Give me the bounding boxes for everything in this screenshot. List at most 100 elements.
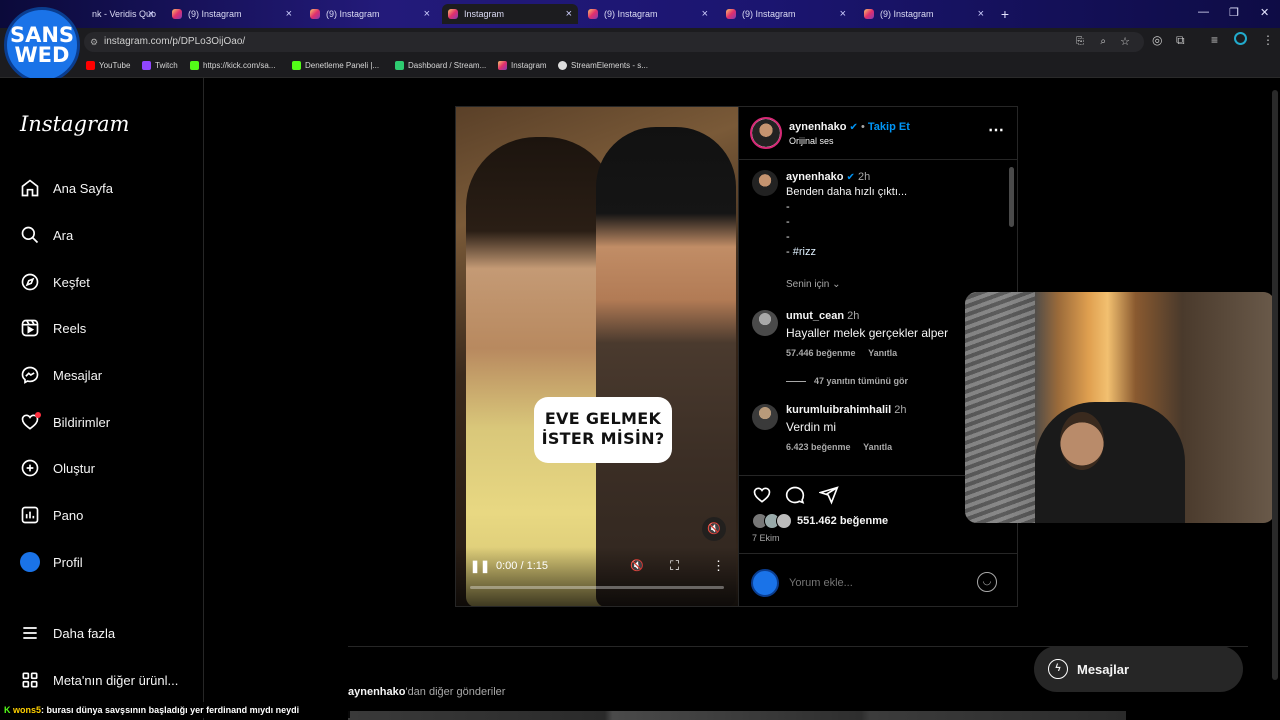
chevron-down-icon: ⌄ bbox=[832, 279, 841, 290]
comment-likes[interactable]: 6.423 beğenme bbox=[786, 442, 851, 452]
menu-kebab-icon[interactable]: ⋮ bbox=[1262, 33, 1274, 47]
close-window-icon[interactable]: ✕ bbox=[1260, 6, 1269, 19]
hashtag-link[interactable]: #rizz bbox=[793, 246, 816, 258]
sidebar-item-notifications[interactable]: Bildirimler bbox=[20, 412, 110, 432]
caption-avatar[interactable] bbox=[752, 170, 778, 196]
url-bar[interactable]: ⚙ instagram.com/p/DPLo3OijOao/ ⎘ ⌕ ☆ bbox=[84, 32, 1144, 52]
close-tab-icon[interactable]: × bbox=[566, 8, 572, 20]
heart-icon bbox=[753, 487, 771, 503]
video-progress-track[interactable] bbox=[470, 586, 724, 589]
sidebar-item-label: Daha fazla bbox=[53, 625, 116, 641]
caption-username[interactable]: aynenhako bbox=[786, 171, 843, 183]
tab-label: (9) Instagram bbox=[188, 9, 242, 19]
bookmark-instagram[interactable]: Instagram bbox=[498, 61, 547, 70]
sidebar-item-create[interactable]: Oluştur bbox=[20, 458, 95, 478]
reels-icon bbox=[20, 318, 40, 338]
sidebar-item-label: Mesajlar bbox=[53, 367, 103, 383]
dashboard-site-icon bbox=[395, 61, 404, 70]
close-tab-icon[interactable]: × bbox=[424, 8, 430, 20]
sidebar-item-profile[interactable]: Profil bbox=[20, 552, 83, 572]
comment-button[interactable] bbox=[785, 485, 805, 505]
comment-input[interactable] bbox=[789, 573, 969, 593]
browser-tab[interactable]: (9) Instagram × bbox=[720, 4, 852, 24]
profile-glasses-icon[interactable]: ◎ bbox=[1152, 33, 1162, 47]
sidebar-item-messages[interactable]: Mesajlar bbox=[20, 365, 102, 385]
browser-tab[interactable]: (9) Instagram × bbox=[858, 4, 990, 24]
bookmark-denetleme[interactable]: Denetleme Paneli |... bbox=[292, 61, 379, 70]
url-text: instagram.com/p/DPLo3OijOao/ bbox=[104, 36, 246, 47]
extensions-icon[interactable]: ⧉ bbox=[1176, 33, 1185, 48]
more-options-icon[interactable]: ⋯ bbox=[988, 120, 1004, 140]
reply-button[interactable]: Yanıtla bbox=[863, 442, 892, 452]
bookmark-twitch[interactable]: Twitch bbox=[142, 61, 178, 70]
commenter-avatar[interactable] bbox=[752, 310, 778, 336]
browser-tab-active[interactable]: Instagram × bbox=[442, 4, 578, 24]
more-posts-username[interactable]: aynenhako bbox=[348, 686, 405, 698]
install-app-icon[interactable]: ⎘ bbox=[1076, 32, 1084, 52]
pause-icon[interactable]: ❚❚ bbox=[470, 559, 490, 573]
instagram-logo[interactable]: Instagram bbox=[20, 112, 129, 136]
comment-username[interactable]: kurumluibrahimhalil bbox=[786, 404, 891, 416]
streamer-webcam bbox=[965, 292, 1275, 523]
author-username[interactable]: aynenhako bbox=[789, 121, 846, 133]
like-count[interactable]: 551.462 beğenme bbox=[797, 515, 888, 527]
close-tab-icon[interactable]: × bbox=[840, 8, 846, 20]
comment-username[interactable]: umut_cean bbox=[786, 310, 844, 322]
sidebar-item-dashboard[interactable]: Pano bbox=[20, 505, 83, 525]
close-tab-icon[interactable]: × bbox=[286, 8, 292, 20]
media-control-icon[interactable]: ≡ bbox=[1211, 33, 1218, 47]
browser-tab[interactable]: (9) Instagram × bbox=[304, 4, 436, 24]
sidebar-item-home[interactable]: Ana Sayfa bbox=[20, 178, 113, 198]
liker-avatars[interactable] bbox=[752, 513, 796, 529]
post-header: aynenhako ✔ • Takip Et bbox=[789, 121, 910, 133]
liker-avatar bbox=[776, 513, 792, 529]
sidebar-item-more[interactable]: Daha fazla bbox=[20, 623, 115, 643]
for-you-dropdown[interactable]: Senin için ⌄ bbox=[786, 279, 841, 290]
page-scrollbar[interactable] bbox=[1272, 90, 1278, 680]
browser-tab[interactable]: nk - Veridis Quo × bbox=[60, 4, 160, 24]
profile-avatar-icon[interactable] bbox=[1234, 32, 1247, 45]
bookmark-dashboard[interactable]: Dashboard / Stream... bbox=[395, 61, 486, 70]
reel-video[interactable]: EVE GELMEK İSTER MİSİN? 🔇 ❚❚ 0:00 / 1:15… bbox=[456, 107, 738, 606]
new-tab-button[interactable]: + bbox=[996, 5, 1014, 23]
share-button[interactable] bbox=[817, 485, 839, 505]
fullscreen-icon[interactable]: ⛶ bbox=[670, 558, 679, 574]
comments-scrollbar[interactable] bbox=[1009, 167, 1014, 227]
site-info-icon[interactable]: ⚙ bbox=[90, 32, 98, 52]
reply-button[interactable]: Yanıtla bbox=[868, 348, 897, 358]
browser-tab[interactable]: (9) Instagram × bbox=[166, 4, 298, 24]
emoji-icon[interactable]: ◡ bbox=[977, 572, 997, 592]
tab-label: (9) Instagram bbox=[742, 9, 796, 19]
minimize-icon[interactable]: — bbox=[1198, 6, 1209, 18]
maximize-icon[interactable]: ❐ bbox=[1229, 6, 1239, 19]
sidebar-item-search[interactable]: Ara bbox=[20, 225, 73, 245]
bookmark-streamelements[interactable]: StreamElements - s... bbox=[558, 61, 648, 70]
commenter-avatar[interactable] bbox=[752, 404, 778, 430]
view-replies[interactable]: 47 yanıtın tümünü gör bbox=[786, 376, 908, 386]
more-posts-thumbnails[interactable] bbox=[348, 711, 1126, 720]
comment-likes[interactable]: 57.446 beğenme bbox=[786, 348, 856, 358]
browser-toolbar: ⚙ instagram.com/p/DPLo3OijOao/ ⎘ ⌕ ☆ ◎ ⧉… bbox=[0, 28, 1280, 56]
sidebar-item-reels[interactable]: Reels bbox=[20, 318, 86, 338]
video-options-icon[interactable]: ⋮ bbox=[712, 558, 725, 574]
bookmark-star-icon[interactable]: ☆ bbox=[1120, 32, 1130, 52]
audio-label[interactable]: Orijinal ses bbox=[789, 136, 834, 146]
zoom-icon[interactable]: ⌕ bbox=[1100, 32, 1106, 52]
close-tab-icon[interactable]: × bbox=[148, 8, 154, 20]
heart-icon bbox=[20, 412, 41, 432]
messages-button[interactable]: ϟ Mesajlar bbox=[1034, 646, 1243, 692]
mute-overlay-icon[interactable]: 🔇 bbox=[702, 517, 726, 541]
follow-button[interactable]: Takip Et bbox=[868, 121, 910, 133]
browser-tab[interactable]: (9) Instagram × bbox=[582, 4, 714, 24]
close-tab-icon[interactable]: × bbox=[978, 8, 984, 20]
bookmark-kick[interactable]: https://kick.com/sa... bbox=[190, 61, 275, 70]
mute-icon[interactable]: 🔇 bbox=[630, 559, 644, 572]
instagram-favicon-icon bbox=[726, 9, 736, 19]
like-button[interactable] bbox=[752, 485, 772, 505]
sidebar-item-meta[interactable]: Meta'nın diğer ürünl... bbox=[20, 670, 178, 690]
bookmark-youtube[interactable]: YouTube bbox=[86, 61, 130, 70]
close-tab-icon[interactable]: × bbox=[702, 8, 708, 20]
bookmark-label: Twitch bbox=[155, 61, 178, 70]
sidebar-item-explore[interactable]: Keşfet bbox=[20, 272, 90, 292]
author-avatar[interactable] bbox=[750, 117, 782, 149]
